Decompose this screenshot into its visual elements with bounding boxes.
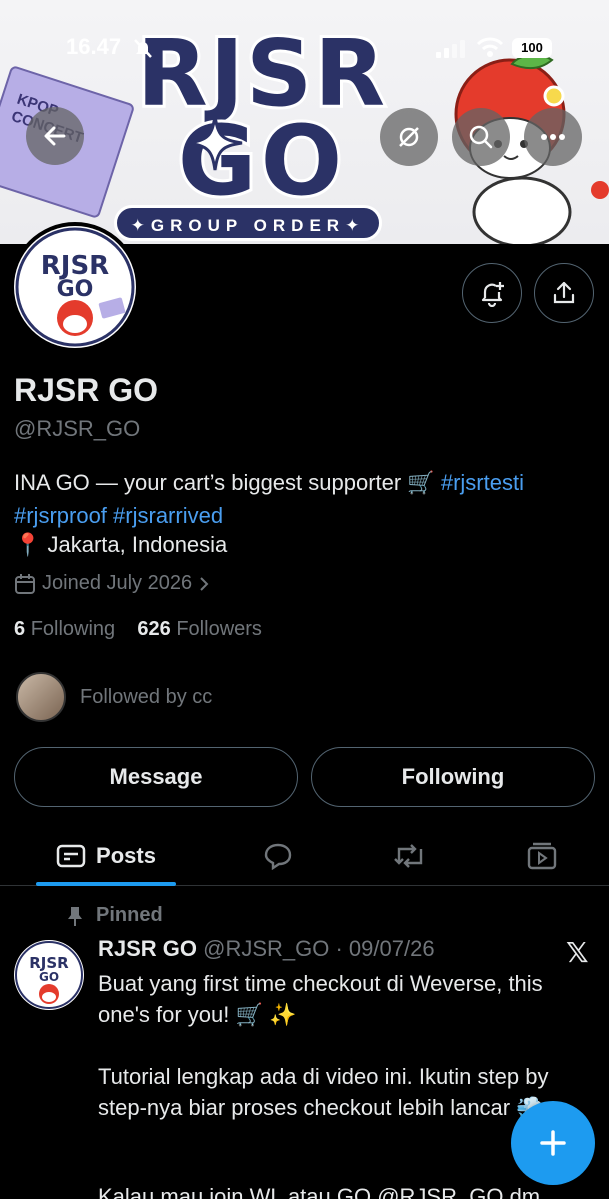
post-text-line: Buat yang first time checkout di Weverse…: [98, 971, 543, 1027]
followers-link[interactable]: 626 Followers: [137, 618, 262, 640]
bio-text: INA GO — your cart’s biggest supporter 🛒: [14, 470, 441, 495]
message-button[interactable]: Message: [14, 747, 298, 807]
bell-slash-icon: [134, 39, 152, 58]
profile-avatar[interactable]: RJSR GO: [10, 222, 140, 352]
display-name: RJSR GO: [14, 372, 159, 408]
status-bar: 16.47 100: [0, 0, 609, 59]
post-text-line: Kalau mau join WL atau GO @RJSR_GO dm: [98, 1184, 541, 1199]
compose-button[interactable]: [511, 1101, 595, 1185]
profile-handle: @RJSR_GO: [14, 416, 141, 441]
reply-bubble-icon: [264, 843, 292, 870]
following-button[interactable]: Following: [311, 747, 595, 807]
profile-bio: INA GO — your cart’s biggest supporter 🛒…: [14, 466, 604, 532]
follower-avatar: [16, 672, 66, 722]
pinned-indicator: Pinned: [66, 904, 163, 927]
tab-reposts[interactable]: [380, 826, 440, 885]
more-dots-icon: [541, 134, 565, 140]
followers-label: Followers: [176, 618, 262, 640]
tab-posts-label: Posts: [96, 842, 156, 868]
profile-location: 📍 Jakarta, Indonesia: [14, 532, 228, 557]
followed-by-row[interactable]: Followed by cc: [16, 672, 212, 722]
cellular-signal-icon: [436, 40, 465, 58]
tab-media[interactable]: [512, 826, 572, 885]
post-header: RJSR GO @RJSR_GO · 09/07/26: [98, 936, 435, 962]
hashtag-link[interactable]: #rjsrtesti: [441, 470, 524, 495]
sparkle-icon: [187, 115, 243, 171]
tab-replies[interactable]: [248, 826, 308, 885]
arrow-left-icon: [44, 126, 66, 146]
pin-icon: [68, 906, 82, 926]
banner-title-go: GO: [175, 105, 347, 217]
svg-text:GO: GO: [39, 970, 59, 984]
grok-button[interactable]: [380, 108, 438, 166]
following-label: Following: [30, 618, 116, 640]
joined-text: Joined July 2026: [42, 572, 193, 594]
active-tab-indicator: [36, 882, 176, 886]
repost-icon: [394, 843, 423, 868]
chevron-right-icon: [200, 576, 209, 591]
avatar-logo-illustration: RJSR GO: [15, 227, 135, 347]
group-order-badge: ✦GROUP ORDER✦: [114, 205, 382, 241]
search-icon: [469, 125, 493, 149]
status-time: 16.47: [66, 34, 122, 59]
calendar-icon: [15, 573, 35, 594]
x-logo-icon: 𝕏: [566, 937, 589, 968]
share-icon: [553, 281, 575, 304]
share-button[interactable]: [534, 263, 594, 323]
plus-icon: [540, 1130, 566, 1156]
post-meta: @RJSR_GO · 09/07/26: [197, 936, 435, 961]
grok-icon: [399, 127, 419, 147]
post-body[interactable]: Buat yang first time checkout di Weverse…: [98, 968, 598, 1123]
wifi-icon: [476, 37, 504, 57]
post-avatar-logo: RJSR GO: [15, 941, 83, 1009]
profile-tabs: Posts: [0, 826, 609, 886]
followed-by-text: Followed by cc: [80, 685, 213, 708]
notifications-button[interactable]: [462, 263, 522, 323]
joined-date[interactable]: Joined July 2026: [14, 572, 210, 595]
following-link[interactable]: 6 Following: [14, 618, 115, 640]
search-button[interactable]: [452, 108, 510, 166]
post-author-avatar[interactable]: RJSR GO: [14, 940, 84, 1010]
hashtag-link[interactable]: #rjsrproof: [14, 503, 107, 528]
followers-count: 626: [137, 618, 171, 640]
tab-posts[interactable]: Posts: [36, 826, 176, 885]
bell-plus-icon: [481, 282, 504, 307]
avatar-image: RJSR GO: [14, 226, 136, 348]
svg-text:GO: GO: [57, 277, 94, 302]
battery-indicator: 100: [512, 38, 552, 58]
follow-counts: 6 Following 626 Followers: [14, 618, 262, 641]
hashtag-link[interactable]: #rjsrarrived: [113, 503, 223, 528]
posts-icon: [56, 844, 86, 867]
more-options-button[interactable]: [524, 108, 582, 166]
following-count: 6: [14, 618, 26, 640]
media-play-icon: [527, 842, 557, 869]
post-author-name[interactable]: RJSR GO: [98, 936, 197, 961]
pinned-label: Pinned: [96, 904, 163, 926]
back-button[interactable]: [26, 107, 84, 165]
